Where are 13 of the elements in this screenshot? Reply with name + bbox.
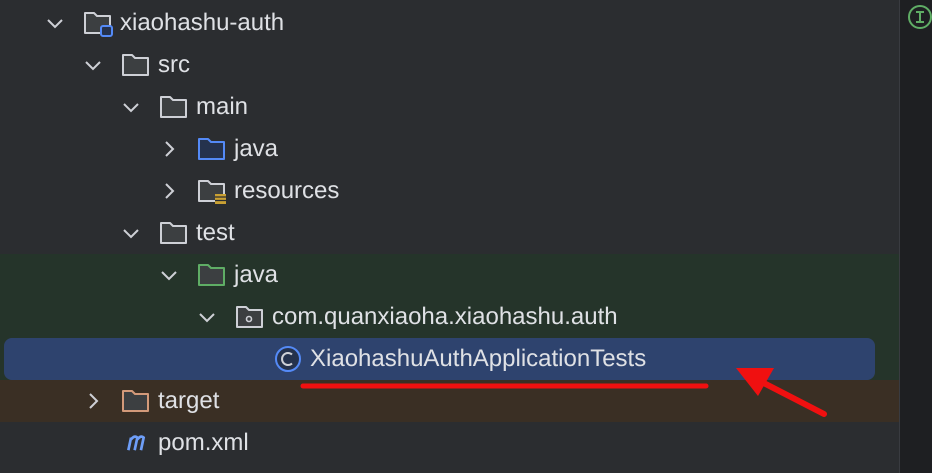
class-icon [272, 344, 304, 374]
selected-tree-row[interactable]: XiaohashuAuthApplicationTests [4, 338, 876, 380]
tree-item-label[interactable]: target [158, 387, 220, 415]
tree-item-label[interactable]: src [158, 51, 190, 79]
tree-item-label[interactable]: test [196, 219, 235, 247]
interface-badge-icon [906, 4, 932, 30]
tree-item-label[interactable]: main [196, 93, 248, 121]
tree-item-label[interactable]: pom.xml [158, 429, 249, 457]
tree-item-label[interactable]: resources [234, 177, 340, 205]
tree-item-label[interactable]: java [234, 135, 278, 163]
tree-item-label[interactable]: java [234, 261, 278, 289]
maven-icon [124, 434, 148, 452]
tree-item-label[interactable]: xiaohashu-auth [120, 9, 284, 37]
